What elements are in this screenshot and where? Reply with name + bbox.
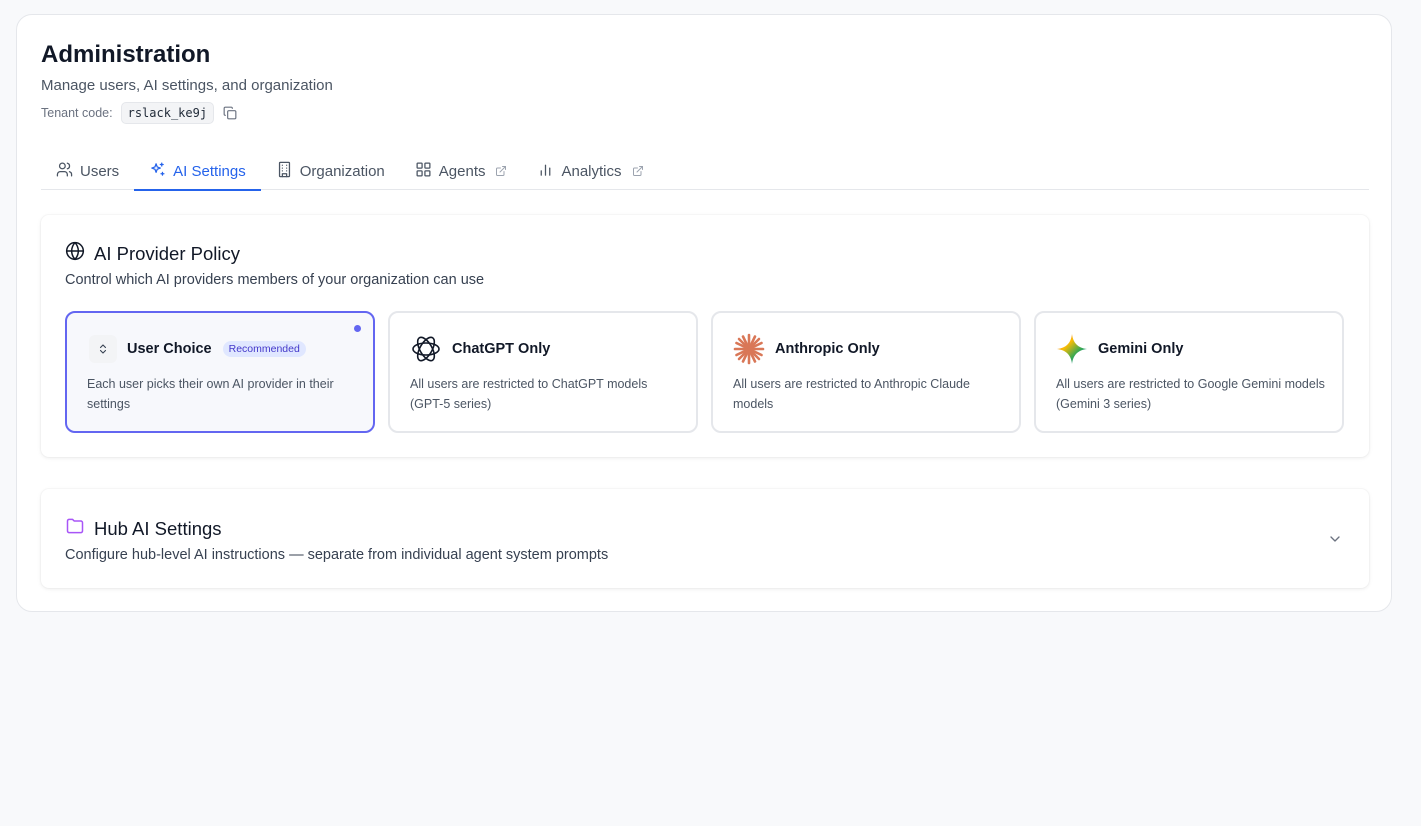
openai-logo-icon [410,333,442,365]
card-description: Configure hub-level AI instructions — se… [65,547,609,563]
option-description: All users are restricted to Anthropic Cl… [733,377,970,411]
selected-indicator [354,325,361,332]
option-chatgpt-only[interactable]: ChatGPT Only All users are restricted to… [388,311,698,433]
option-gemini-only[interactable]: Gemini Only All users are restricted to … [1034,311,1344,433]
external-link-icon [495,165,507,177]
bar-chart-icon [537,161,554,182]
grid-icon [415,161,432,182]
tab-organization[interactable]: Organization [261,152,400,190]
tenant-label: Tenant code: [41,106,113,120]
admin-panel: Administration Manage users, AI settings… [16,14,1392,612]
tab-ai-settings[interactable]: AI Settings [134,152,261,191]
option-title: Gemini Only [1098,341,1184,357]
sparkles-icon [149,161,166,182]
tab-analytics[interactable]: Analytics [522,152,658,190]
option-title: User Choice [127,341,212,357]
chevrons-up-down-icon [89,335,117,363]
option-title: ChatGPT Only [452,341,551,357]
option-header: ChatGPT Only [410,332,550,366]
option-description: All users are restricted to Google Gemin… [1056,377,1325,411]
card-header: AI Provider Policy [65,241,240,266]
tab-users[interactable]: Users [41,152,134,190]
recommended-badge: Recommended [222,341,306,357]
tenant-row: Tenant code: rslack_ke9j [41,102,238,124]
tab-label: AI Settings [173,162,246,180]
page-title: Administration [41,41,211,68]
ai-provider-policy-card: AI Provider Policy Control which AI prov… [41,215,1369,457]
gemini-logo-icon [1056,333,1088,365]
option-header: User Choice Recommended [87,332,306,366]
chevron-down-icon[interactable] [1325,529,1345,549]
building-icon [276,161,293,182]
tab-bar: Users AI Settings Organization Agents An… [41,152,1369,191]
copy-icon[interactable] [222,105,238,121]
users-icon [56,161,73,182]
option-title: Anthropic Only [775,341,880,357]
tab-label: Organization [299,162,385,180]
anthropic-logo-icon [733,333,765,365]
option-anthropic-only[interactable]: Anthropic Only All users are restricted … [711,311,1021,433]
tenant-code: rslack_ke9j [120,102,215,124]
card-title: Hub AI Settings [94,517,222,539]
option-header: Gemini Only [1056,332,1183,366]
globe-icon [65,241,85,266]
option-header: Anthropic Only [733,332,880,366]
hub-ai-settings-card[interactable]: Hub AI Settings Configure hub-level AI i… [41,489,1369,588]
card-header: Hub AI Settings [65,516,222,541]
card-title: AI Provider Policy [94,242,240,264]
provider-options: User Choice Recommended Each user picks … [65,311,1344,433]
option-user-choice[interactable]: User Choice Recommended Each user picks … [65,311,375,433]
folder-icon [65,516,85,541]
tab-label: Agents [438,162,486,180]
page-subtitle: Manage users, AI settings, and organizat… [41,77,333,94]
tab-label: Analytics [561,162,622,180]
tab-label: Users [80,162,120,180]
external-link-icon [632,165,644,177]
tab-agents[interactable]: Agents [400,152,523,190]
option-description: All users are restricted to ChatGPT mode… [410,377,648,411]
card-description: Control which AI providers members of yo… [65,272,485,288]
option-description: Each user picks their own AI provider in… [87,377,334,411]
